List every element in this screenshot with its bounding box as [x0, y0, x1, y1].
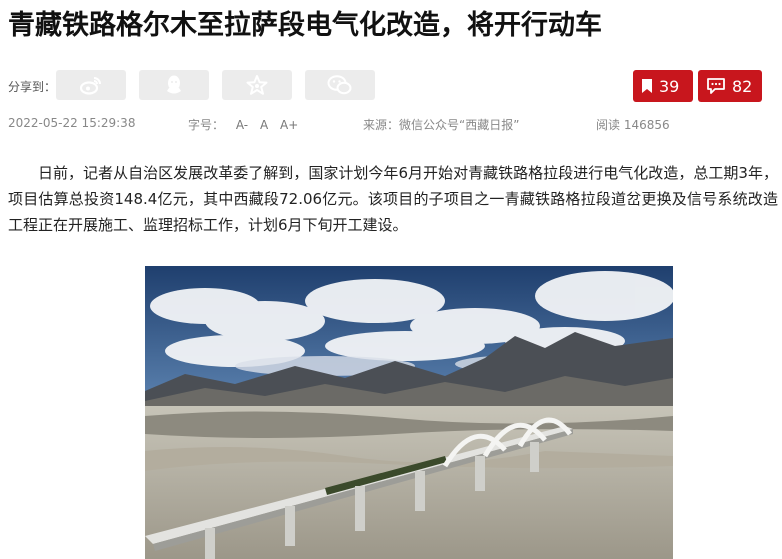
- font-size-controls: 字号： A- A A+: [188, 116, 306, 133]
- font-larger-button[interactable]: A+: [280, 118, 298, 132]
- share-weibo-button[interactable]: [56, 70, 126, 100]
- font-normal-button[interactable]: A: [260, 118, 268, 132]
- comment-button[interactable]: 82: [698, 70, 762, 102]
- share-label: 分享到：: [8, 80, 57, 94]
- article-paragraph: 日前，记者从自治区发展改革委了解到，国家计划今年6月开始对青藏铁路格拉段进行电气…: [8, 164, 778, 234]
- comment-icon: [707, 78, 725, 94]
- font-smaller-button[interactable]: A-: [236, 118, 248, 132]
- share-qq-button[interactable]: [139, 70, 209, 100]
- share-bar: 分享到： 39 82: [8, 70, 778, 102]
- font-size-label: 字号：: [188, 118, 225, 132]
- view-count: 阅读 146856: [596, 118, 670, 132]
- share-wechat-button[interactable]: [305, 70, 375, 100]
- bookmark-count: 39: [659, 76, 680, 96]
- railway-bridge-photo: [145, 266, 673, 559]
- bookmark-icon: [642, 79, 652, 93]
- bookmark-button[interactable]: 39: [633, 70, 693, 102]
- article-photo: [145, 266, 673, 559]
- article-source: 来源：微信公众号“西藏日报”: [363, 118, 520, 132]
- qq-icon: [167, 75, 181, 94]
- article-title: 青藏铁路格尔木至拉萨段电气化改造，将开行动车: [8, 10, 602, 41]
- publish-date: 2022-05-22 15:29:38: [8, 116, 136, 130]
- wechat-icon: [327, 75, 352, 95]
- weibo-icon: [79, 77, 101, 95]
- share-favorite-button[interactable]: [222, 70, 292, 100]
- star-icon: [246, 75, 268, 95]
- comment-count: 82: [732, 76, 753, 96]
